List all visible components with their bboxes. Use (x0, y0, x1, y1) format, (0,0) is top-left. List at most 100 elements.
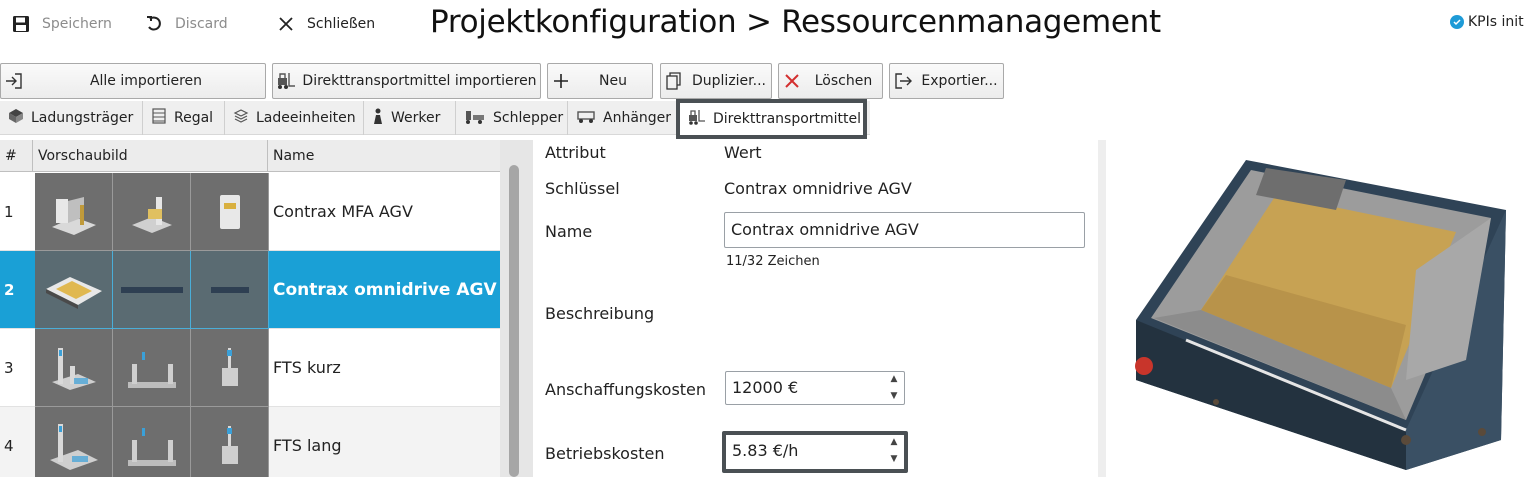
row-name: FTS lang (273, 436, 342, 455)
save-button[interactable]: Speichern (10, 12, 112, 36)
resource-tabs: Ladungsträger Regal Ladeeinheiten Werker… (0, 99, 870, 139)
description-label: Beschreibung (545, 304, 655, 323)
preview-thumbnail (191, 173, 269, 251)
cube-icon (8, 108, 24, 128)
export-icon (890, 73, 916, 89)
close-icon (275, 13, 297, 35)
purchase-cost-value: 12000 € (732, 378, 799, 397)
import-all-label: Alle importieren (89, 73, 203, 89)
preview-thumbnail (35, 407, 113, 477)
preview-thumbnail (191, 251, 269, 329)
new-button[interactable]: Neu (547, 63, 653, 99)
name-char-counter: 11/32 Zeichen (726, 254, 820, 269)
import-direct-transport-button[interactable]: Direkttransportmittel importieren (272, 63, 541, 99)
row-number: 4 (4, 437, 14, 455)
preview-thumbnail (35, 251, 113, 329)
delete-button[interactable]: Löschen (778, 63, 883, 99)
page-title: Projektkonfiguration > Ressourcenmanagem… (430, 4, 1161, 40)
tab-ladungstraeger[interactable]: Ladungsträger (0, 101, 143, 135)
row-name: Contrax MFA AGV (273, 202, 413, 221)
key-label: Schlüssel (545, 179, 620, 198)
top-command-bar: Speichern Discard Schließen Projektkonfi… (0, 0, 1535, 48)
import-direct-label: Direkttransportmittel importieren (302, 73, 537, 89)
table-row[interactable]: 1 Contrax MFA AGV (0, 173, 500, 251)
close-label: Schließen (307, 16, 376, 32)
tab-label: Regal (174, 110, 214, 126)
delete-label: Löschen (814, 73, 873, 89)
tab-label: Ladungsträger (31, 110, 134, 126)
tab-label: Direkttransportmittel (713, 111, 862, 127)
tab-label: Werker (391, 110, 441, 126)
preview-thumbnail (113, 251, 191, 329)
resource-table: # Vorschaubild Name 1 Contrax MFA AGV 2 … (0, 140, 500, 477)
operating-cost-label: Betriebskosten (545, 444, 665, 463)
plus-icon (548, 72, 574, 90)
preview-thumbnail (191, 407, 269, 477)
preview-thumbnail (113, 407, 191, 477)
agv-3d-model-image (1135, 160, 1506, 470)
column-header-number[interactable]: # (0, 140, 33, 172)
forklift-icon (688, 109, 706, 129)
discard-label: Discard (175, 16, 228, 32)
kpi-label: KPIs init (1468, 14, 1524, 30)
table-row[interactable]: 4 FTS lang (0, 407, 500, 477)
shelf-icon (151, 108, 167, 128)
row-name: FTS kurz (273, 358, 341, 377)
save-icon (10, 13, 32, 35)
preview-thumbnail (191, 329, 269, 407)
attribute-column-header: Attribut (545, 143, 606, 162)
export-button[interactable]: Exportier... (889, 63, 1004, 99)
spin-up-icon[interactable]: ▲ (891, 438, 898, 447)
tab-anhaenger[interactable]: Anhänger (568, 101, 678, 135)
value-column-header: Wert (724, 143, 762, 162)
import-all-button[interactable]: Alle importieren (0, 63, 266, 99)
preview-thumbnail (113, 173, 191, 251)
spin-arrows[interactable]: ▲ ▼ (888, 438, 900, 464)
forklift-icon (273, 72, 299, 90)
column-header-preview[interactable]: Vorschaubild (33, 140, 268, 172)
tab-label: Ladeeinheiten (256, 110, 356, 126)
3d-preview[interactable] (1106, 140, 1535, 477)
check-icon (1450, 15, 1464, 29)
preview-thumbnail (35, 173, 113, 251)
duplicate-label: Duplizier... (692, 73, 766, 89)
duplicate-button[interactable]: Duplizier... (660, 63, 772, 99)
table-scrollbar-handle[interactable] (509, 165, 519, 477)
name-field[interactable]: Contrax omnidrive AGV (724, 212, 1085, 248)
worker-icon (372, 108, 384, 128)
row-number: 2 (4, 281, 15, 299)
name-label: Name (545, 222, 593, 241)
export-label: Exportier... (921, 73, 998, 89)
table-header: # Vorschaubild Name (0, 140, 500, 172)
spin-up-icon[interactable]: ▲ (891, 375, 898, 384)
kpi-status[interactable]: KPIs init (1450, 14, 1524, 30)
tab-werker[interactable]: Werker (364, 101, 456, 135)
purchase-cost-spinbox[interactable]: 12000 € ▲ ▼ (725, 371, 905, 405)
tab-regal[interactable]: Regal (143, 101, 225, 135)
undo-icon (143, 13, 165, 35)
table-row-selected[interactable]: 2 Contrax omnidrive AGV (0, 251, 500, 329)
preview-thumbnail (113, 329, 191, 407)
tab-schlepper[interactable]: Schlepper (456, 101, 568, 135)
operating-cost-value: 5.83 €/h (732, 441, 799, 460)
row-number: 3 (4, 359, 14, 377)
close-button[interactable]: Schließen (275, 12, 375, 36)
spin-arrows[interactable]: ▲ ▼ (888, 375, 900, 401)
save-label: Speichern (42, 16, 112, 32)
table-row[interactable]: 3 FTS kurz (0, 329, 500, 407)
panel-splitter[interactable] (1098, 140, 1106, 477)
discard-button[interactable]: Discard (143, 12, 228, 36)
import-icon (1, 73, 27, 89)
tab-label: Schlepper (493, 110, 564, 126)
copy-icon (661, 72, 687, 90)
operating-cost-spinbox[interactable]: 5.83 €/h ▲ ▼ (722, 431, 908, 473)
tab-ladeeinheiten[interactable]: Ladeeinheiten (225, 101, 364, 135)
spin-down-icon[interactable]: ▼ (891, 455, 898, 464)
purchase-cost-label: Anschaffungskosten (545, 380, 707, 399)
column-header-name[interactable]: Name (268, 140, 500, 172)
spin-down-icon[interactable]: ▼ (891, 392, 898, 401)
tab-direkttransportmittel[interactable]: Direkttransportmittel (676, 99, 867, 139)
preview-thumbnail (35, 329, 113, 407)
new-label: Neu (599, 73, 627, 89)
tab-label: Anhänger (603, 110, 672, 126)
